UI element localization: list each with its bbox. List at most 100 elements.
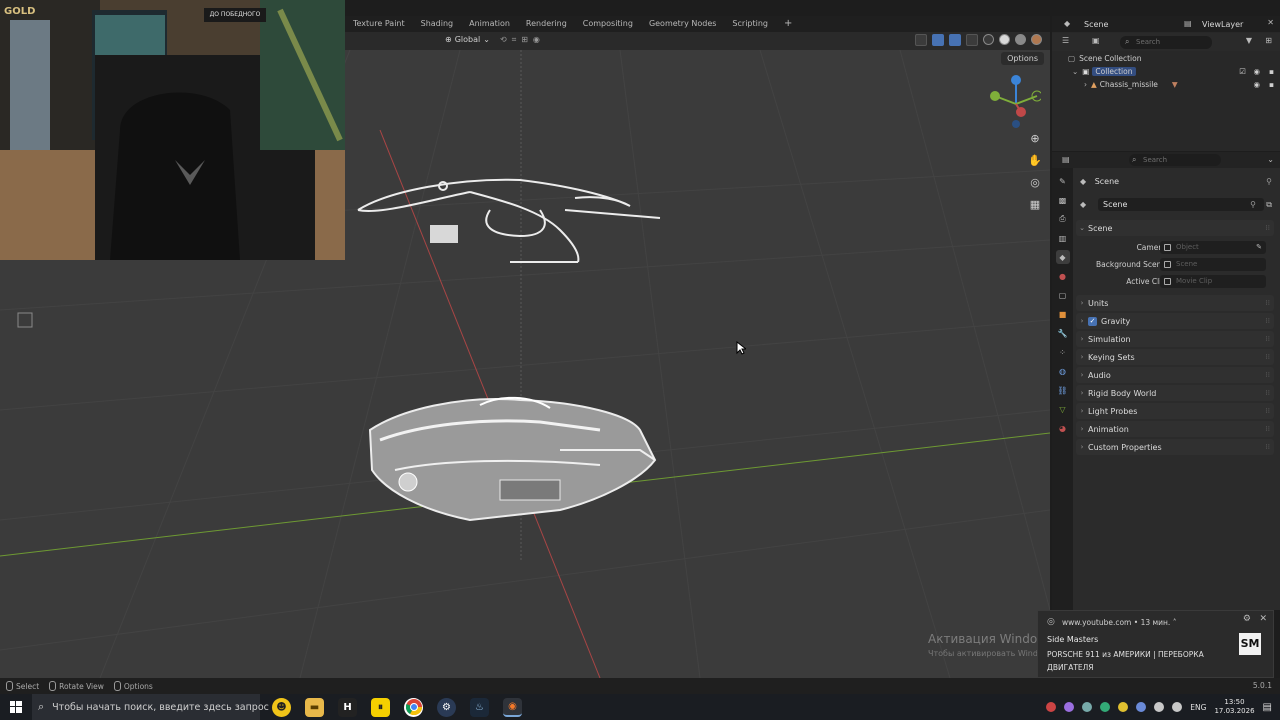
editor-type-icon[interactable]: ☰ (1062, 36, 1069, 45)
outliner-row-chassis[interactable]: › ▲ Chassis_missile ▼ ◉ ▪ (1052, 78, 1280, 91)
data-tab-icon[interactable]: ▽ (1056, 402, 1070, 416)
physics-tab-icon[interactable]: ◍ (1056, 364, 1070, 378)
grip-icon[interactable]: ⁞⁞ (1266, 353, 1270, 361)
outliner-row-collection[interactable]: ⌄ ▣ Collection ☑ ◉ ▪ (1052, 65, 1280, 78)
grip-icon[interactable]: ⁞⁞ (1266, 407, 1270, 415)
wireframe-shading-icon[interactable] (983, 34, 994, 45)
pin-icon[interactable]: ⚲ (1266, 177, 1272, 186)
grip-icon[interactable]: ⁞⁞ (1266, 299, 1270, 307)
blender-icon[interactable]: ◉ (503, 697, 522, 717)
panel-audio[interactable]: › Audio ⁞⁞ (1076, 367, 1274, 383)
chrome-icon[interactable] (404, 697, 423, 717)
transform-orientation-dropdown[interactable]: ⊕ Global ⌄ (445, 35, 490, 44)
gizmo-toggle-icon[interactable] (932, 34, 944, 46)
camera-icon[interactable]: ▪ (1269, 67, 1274, 76)
language-indicator[interactable]: ENG (1190, 703, 1206, 712)
panel-scene[interactable]: ⌄ Scene ⁞⁞ (1076, 220, 1274, 236)
render-tab-icon[interactable]: ▩ (1056, 193, 1070, 207)
grip-icon[interactable]: ⁞⁞ (1266, 335, 1270, 343)
world-tab-icon[interactable]: ● (1056, 269, 1070, 283)
scene-browse-icon[interactable]: ◆ (1080, 200, 1086, 209)
tab-shading[interactable]: Shading (413, 16, 462, 32)
tab-texture-paint[interactable]: Texture Paint (345, 16, 413, 32)
tray-app-icon[interactable] (1118, 702, 1129, 712)
solid-shading-icon[interactable] (999, 34, 1010, 45)
pivot-icon[interactable]: ⟲ (500, 35, 507, 45)
camera-icon[interactable]: ▪ (1269, 80, 1274, 89)
view-layer-tab-icon[interactable]: ▥ (1056, 231, 1070, 245)
chevron-up-icon[interactable]: ˄ (1173, 618, 1177, 627)
network-icon[interactable] (1154, 702, 1165, 712)
xray-toggle-icon[interactable] (966, 34, 978, 46)
eyedropper-icon[interactable]: ✎ (1256, 241, 1262, 254)
eye-icon[interactable]: ◉ (1253, 80, 1260, 89)
proportional-edit-icon[interactable]: ◉ (533, 35, 540, 45)
clock[interactable]: 13:50 17.03.2026 (1214, 698, 1254, 716)
editor-type-icon[interactable]: ▤ (1062, 155, 1070, 164)
scene-name-field[interactable]: Scene (1098, 198, 1264, 211)
constraints-tab-icon[interactable]: ⛓ (1056, 383, 1070, 397)
viewport-options-button[interactable]: Options (1001, 52, 1044, 65)
gear-icon[interactable]: ⚙ (1243, 614, 1251, 624)
tray-app-icon[interactable] (1082, 702, 1093, 712)
perspective-grid-icon[interactable]: ▦ (1027, 196, 1043, 212)
fake-user-icon[interactable]: ⚲ (1250, 200, 1256, 209)
volume-icon[interactable] (1172, 702, 1183, 712)
grip-icon[interactable]: ⁞⁞ (1266, 389, 1270, 397)
tab-rendering[interactable]: Rendering (518, 16, 575, 32)
grip-icon[interactable]: ⁞⁞ (1266, 317, 1270, 325)
material-shading-icon[interactable] (1015, 34, 1026, 45)
steam-tool-icon[interactable]: ⚙ (437, 697, 456, 717)
grip-icon[interactable]: ⁞⁞ (1266, 224, 1270, 232)
close-icon[interactable]: ✕ (1259, 614, 1267, 624)
h-app-icon[interactable]: H (338, 697, 357, 717)
tab-geometry-nodes[interactable]: Geometry Nodes (641, 16, 724, 32)
snap-target-icon[interactable]: ⊞ (521, 35, 528, 45)
eye-icon[interactable]: ◉ (1253, 67, 1260, 76)
object-tab-icon[interactable]: ■ (1056, 307, 1070, 321)
file-explorer-icon[interactable]: ▬ (305, 697, 324, 717)
panel-gravity[interactable]: › ✓ Gravity ⁞⁞ (1076, 313, 1274, 329)
properties-search-input[interactable]: Search (1129, 154, 1221, 166)
background-scene-field[interactable]: Scene (1160, 258, 1266, 271)
output-tab-icon[interactable]: ⎙ (1056, 212, 1070, 226)
zoom-icon[interactable]: ⊕ (1027, 130, 1043, 146)
panel-simulation[interactable]: › Simulation ⁞⁞ (1076, 331, 1274, 347)
grip-icon[interactable]: ⁞⁞ (1266, 425, 1270, 433)
checkbox-icon[interactable]: ☑ (1239, 67, 1246, 76)
panel-custom-properties[interactable]: › Custom Properties ⁞⁞ (1076, 439, 1274, 455)
gravity-checkbox[interactable]: ✓ (1088, 316, 1097, 326)
display-mode-icon[interactable]: ▣ (1092, 36, 1100, 45)
active-clip-field[interactable]: Movie Clip (1160, 275, 1266, 288)
panel-rigid-body-world[interactable]: › Rigid Body World ⁞⁞ (1076, 385, 1274, 401)
modifier-tab-icon[interactable]: 🔧 (1056, 326, 1070, 340)
grip-icon[interactable]: ⁞⁞ (1266, 443, 1270, 451)
panel-keying-sets[interactable]: › Keying Sets ⁞⁞ (1076, 349, 1274, 365)
notification-toast[interactable]: ◎ www.youtube.com • 13 мин. ˄ ⚙ ✕ Side M… (1037, 610, 1274, 678)
start-button[interactable] (0, 694, 32, 720)
particles-tab-icon[interactable]: ⁘ (1056, 345, 1070, 359)
tray-app-icon[interactable] (1046, 702, 1057, 712)
taskbar-search-input[interactable]: ⌕ Чтобы начать поиск, введите здесь запр… (32, 694, 269, 720)
tab-animation[interactable]: Animation (461, 16, 518, 32)
outliner-search-input[interactable]: Search (1120, 36, 1212, 49)
notification-center-icon[interactable]: ▤ (1263, 702, 1272, 713)
panel-units[interactable]: › Units ⁞⁞ (1076, 295, 1274, 311)
camera-field[interactable]: Object ✎ (1160, 241, 1266, 254)
rendered-shading-icon[interactable] (1031, 34, 1042, 45)
pan-hand-icon[interactable]: ✋ (1027, 152, 1043, 168)
collection-tab-icon[interactable]: ▢ (1056, 288, 1070, 302)
navigation-gizmo[interactable] (985, 74, 1041, 130)
tray-app-icon[interactable] (1100, 702, 1111, 712)
tray-app-icon[interactable] (1064, 702, 1075, 712)
add-workspace-button[interactable]: + (776, 16, 800, 32)
snap-icon[interactable]: ⌗ (512, 35, 517, 45)
tab-scripting[interactable]: Scripting (724, 16, 776, 32)
scene-selector[interactable]: Scene (1084, 20, 1108, 29)
steam-icon[interactable]: ♨ (470, 697, 489, 717)
filter-icon[interactable]: ▼ (1246, 36, 1252, 45)
outliner-row-scene-collection[interactable]: ▢ Scene Collection (1052, 52, 1280, 65)
norton-icon[interactable]: ⏸ (371, 697, 390, 717)
panel-light-probes[interactable]: › Light Probes ⁞⁞ (1076, 403, 1274, 419)
new-scene-icon[interactable]: ⧉ (1266, 200, 1272, 210)
